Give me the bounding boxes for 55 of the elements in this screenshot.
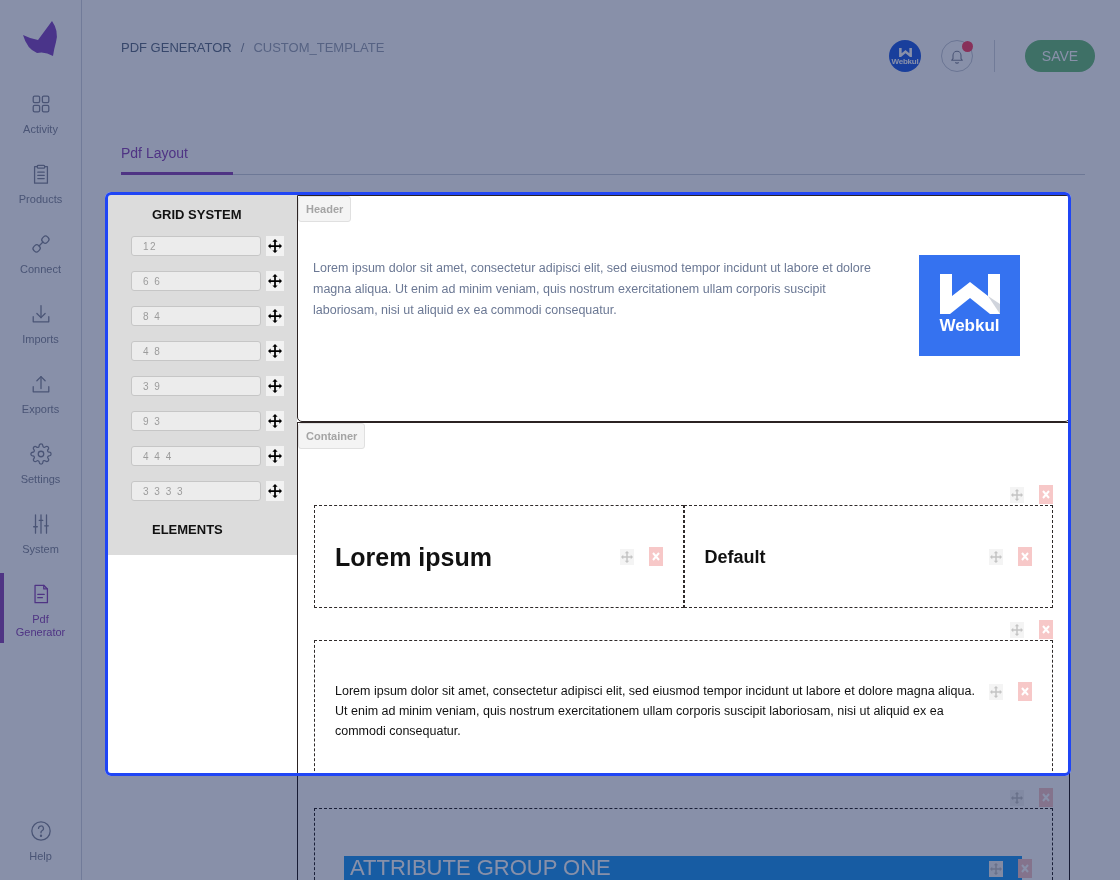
sidebar-item[interactable]: System [0,503,81,573]
close-icon[interactable] [1018,682,1032,701]
grid-layout-field[interactable]: 4 4 4 [131,446,261,466]
move-icon[interactable] [266,341,284,361]
close-icon[interactable] [1018,859,1032,878]
panel-heading: GRID SYSTEM [152,207,242,223]
sidebar-item[interactable]: Imports [0,293,81,363]
panel-heading: ELEMENTS [152,522,223,538]
section-label: Header [298,196,352,222]
logo-mark-icon [939,274,1000,314]
grid-layout-field[interactable]: 3 3 3 3 [131,481,261,501]
help-icon [29,820,52,842]
sidebar-item[interactable]: Connect [0,223,81,293]
move-icon[interactable] [266,376,284,396]
grid-layout-field[interactable]: 3 9 [131,376,261,396]
grid-layout-field[interactable]: 4 8 [131,341,261,361]
tab[interactable]: Pdf Layout [121,143,233,175]
close-icon[interactable] [648,547,663,566]
save-button[interactable]: SAVE [1025,40,1095,72]
header-paragraph: Lorem ipsum dolor sit amet, consectetur adipisci elit, sed eiusmod tempor incidunt ut labore et dolore magna aliqua. Ut enim ad minim veniam, quis nostrum exercitationem ullam corporis suscipit laboriosam, nisi ut aliquid ex ea commodi consequatur. [313,260,872,319]
grid-layout-field[interactable]: 9 3 [131,411,261,431]
move-icon[interactable] [266,271,284,291]
breadcrumb-separator: / [240,40,245,56]
breadcrumb-link[interactable]: PDF GENERATOR [121,40,232,56]
sidebar-item[interactable]: Pdf Generator [0,573,81,643]
close-icon[interactable] [1039,485,1053,504]
sidebar-item[interactable]: Activity [0,83,81,153]
cell-heading: Default [704,545,766,568]
app-logo-icon[interactable] [22,21,59,56]
move-icon[interactable] [266,481,284,501]
grid-layout-field[interactable]: 12 [131,236,261,256]
notifications-button[interactable] [941,40,973,72]
account-avatar-button[interactable]: Webkul [889,40,921,72]
sidebar-item[interactable]: Settings [0,433,81,503]
logo-mark-icon [898,47,912,57]
close-icon[interactable] [1039,788,1053,807]
move-icon[interactable] [266,446,284,466]
grid-layout-field[interactable]: 8 4 [131,306,261,326]
text-paragraph: Lorem ipsum dolor sit amet, consectetur adipisci elit, sed eiusmod tempor incidunt ut labore et dolore magna aliqua. Ut enim ad minim veniam, quis nostrum exercitationem ullam corporis suscipit laboriosam, nisi ut aliquid ex ea commodi consequatur. [335,683,976,740]
sidebar-item[interactable]: Exports [0,363,81,433]
grid-layout-field[interactable]: 6 6 [131,271,261,291]
attribute-group-title: ATTRIBUTE GROUP ONE [350,856,611,880]
close-icon[interactable] [1018,547,1032,566]
gear-icon [29,443,52,465]
plug-icon [29,233,52,255]
section-label: Container [298,423,366,449]
cell-heading: Lorem ipsum [335,541,492,572]
sidebar-item[interactable]: Products [0,153,81,223]
close-icon[interactable] [1039,620,1053,639]
logo-text: Webkul [939,316,1000,336]
bell-icon [949,48,965,64]
move-icon[interactable] [266,411,284,431]
move-icon[interactable] [266,236,284,256]
help-link[interactable]: Help [0,810,81,880]
move-icon[interactable] [266,306,284,326]
